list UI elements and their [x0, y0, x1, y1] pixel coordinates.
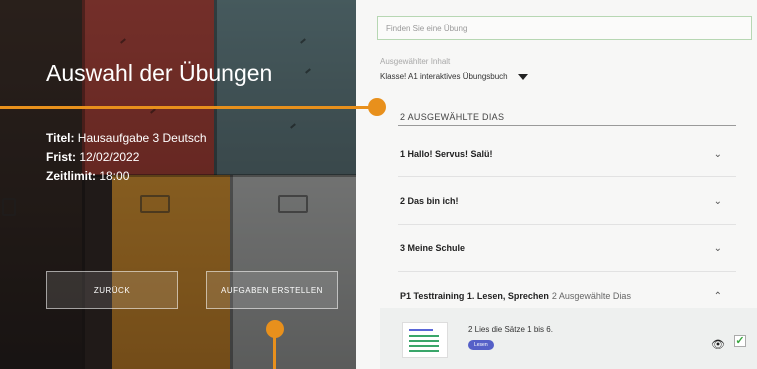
exercise-selection-panel: Finden Sie eine Übung Ausgewählter Inhal… — [356, 0, 757, 369]
time-label: Zeitlimit: — [46, 169, 96, 183]
annotation-pointer-line — [0, 106, 372, 109]
assignment-time-limit: Zeitlimit: 18:00 — [46, 169, 129, 183]
thumbnail-line — [409, 340, 439, 342]
chevron-down-icon[interactable]: ⌄ — [714, 196, 722, 207]
divider — [398, 125, 736, 126]
selected-slides-count: 2 AUSGEWÄHLTE DIAS — [400, 112, 505, 122]
checkbox-checked-icon[interactable]: ✓ — [734, 335, 746, 347]
divider — [398, 271, 736, 272]
page-title: Auswahl der Übungen — [46, 60, 273, 86]
title-label: Titel: — [46, 131, 75, 145]
section-subtitle: 2 Ausgewählte Dias — [551, 291, 631, 301]
section-row-4[interactable]: P1 Testtraining 1. Lesen, Sprechen 2 Ausg… — [400, 287, 736, 305]
search-input[interactable]: Finden Sie eine Übung — [377, 16, 752, 40]
section-title: 3 Meine Schule — [400, 243, 466, 253]
section-row-3[interactable]: 3 Meine Schule ⌄ — [400, 239, 736, 257]
time-value: 18:00 — [96, 169, 130, 183]
chevron-down-icon[interactable]: ⌄ — [714, 243, 722, 254]
back-button[interactable]: ZURÜCK — [46, 271, 178, 309]
deadline-value: 12/02/2022 — [76, 150, 140, 164]
section-title: P1 Testtraining 1. Lesen, Sprechen — [400, 291, 549, 301]
thumbnail-line — [409, 329, 433, 331]
caret-down-icon — [517, 73, 528, 80]
content-dropdown-value: Klasse! A1 interaktives Übungsbuch — [380, 72, 508, 81]
create-tasks-button[interactable]: AUFGABEN ERSTELLEN — [206, 271, 338, 309]
exercise-thumbnail — [402, 322, 448, 358]
title-value: Hausaufgabe 3 Deutsch — [74, 131, 207, 145]
section-row-1[interactable]: 1 Hallo! Servus! Salü! ⌄ — [400, 145, 736, 163]
annotation-pointer-dot — [266, 320, 284, 338]
section-title: 2 Das bin ich! — [400, 196, 459, 206]
chevron-down-icon[interactable]: ⌄ — [714, 149, 722, 160]
background-photo-panel: Auswahl der Übungen Titel: Hausaufgabe 3… — [0, 0, 356, 369]
eye-icon[interactable]: 👁︎ — [711, 338, 725, 351]
annotation-pointer-dot — [368, 98, 386, 116]
section-title: 1 Hallo! Servus! Salü! — [400, 149, 493, 159]
exercise-type-badge: Lesen — [468, 340, 494, 350]
exercise-list-item[interactable]: 2 Lies die Sätze 1 bis 6. Lesen 👁︎ ✓ — [380, 308, 757, 369]
divider — [398, 176, 736, 177]
exercise-title: 2 Lies die Sätze 1 bis 6. — [468, 325, 553, 334]
selected-content-label: Ausgewählter Inhalt — [380, 57, 451, 66]
thumbnail-line — [409, 345, 439, 347]
dark-overlay — [0, 0, 356, 369]
chevron-up-icon[interactable]: ⌃ — [714, 291, 722, 302]
deadline-label: Frist: — [46, 150, 76, 164]
assignment-deadline: Frist: 12/02/2022 — [46, 150, 139, 164]
content-dropdown[interactable]: Klasse! A1 interaktives Übungsbuch — [380, 72, 528, 81]
section-row-2[interactable]: 2 Das bin ich! ⌄ — [400, 192, 736, 210]
assignment-title: Titel: Hausaufgabe 3 Deutsch — [46, 131, 207, 145]
thumbnail-line — [409, 350, 439, 352]
divider — [398, 224, 736, 225]
thumbnail-line — [409, 335, 439, 337]
